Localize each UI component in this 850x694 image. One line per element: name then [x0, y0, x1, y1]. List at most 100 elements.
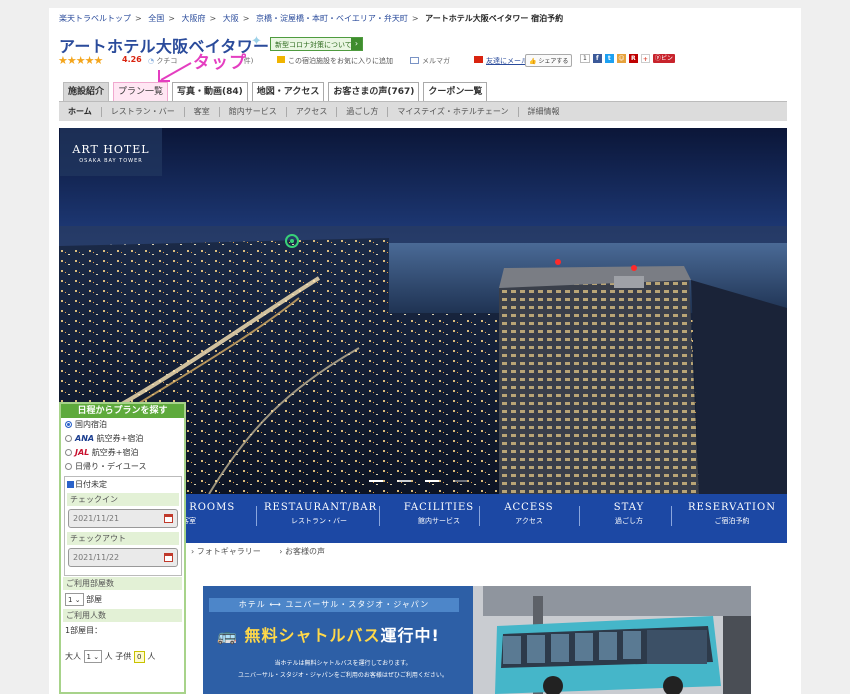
tab-plans[interactable]: プラン一覧	[113, 82, 169, 101]
date-box: 日付未定 チェックイン 2021/11/21 チェックアウト 2021/11/2…	[64, 476, 182, 576]
adult-label: 大人	[65, 652, 81, 661]
plan-search-title: 日程からプランを探す	[61, 404, 184, 418]
guests-row: 大人 1 ⌄ 人 子供 0 人	[61, 648, 184, 665]
share-label: シェアする	[538, 58, 569, 65]
shuttle-description-line1: 当ホテルは無料シャトルバスを運行しております。	[274, 660, 412, 667]
tab-coupons[interactable]: クーポン一覧	[423, 82, 488, 101]
nav-stay[interactable]: STAY 過ごし方	[589, 502, 669, 526]
sub-navigation: ホーム レストラン・バー 客室 館内サービス アクセス 過ごし方 マイステイズ・…	[59, 101, 787, 121]
photo-gallery-link[interactable]: › フォトギャラリー	[191, 547, 269, 556]
tell-friend-label: 友達にメール	[486, 57, 528, 65]
subnav-restaurant[interactable]: レストラン・バー	[102, 106, 185, 117]
breadcrumb-item[interactable]: 楽天トラベルトップ	[59, 14, 131, 23]
tab-map[interactable]: 地図・アクセス	[251, 82, 325, 101]
tab-photos[interactable]: 写真・動画(84)	[172, 82, 248, 101]
share-count: 1	[580, 54, 590, 63]
guests-label: ご利用人数	[63, 609, 182, 622]
subnav-rooms[interactable]: 客室	[185, 106, 220, 117]
nav-reservation[interactable]: RESERVATION ご宿泊予約	[679, 502, 785, 526]
radio-button[interactable]	[65, 435, 72, 442]
plus-icon[interactable]: +	[640, 54, 650, 63]
rakuten-icon[interactable]: R	[628, 54, 638, 63]
child-count-input[interactable]: 0	[133, 650, 145, 663]
shuttle-route: ホテル ⟷ ユニバーサル・スタジオ・ジャパン	[209, 598, 459, 612]
chevron-down-icon: ⌄	[74, 596, 81, 604]
hatena-icon[interactable]: ☺	[616, 54, 626, 63]
nav-stay-jp: 過ごし方	[615, 517, 643, 525]
radio-dayuse[interactable]: 日帰り・デイユース	[61, 460, 184, 474]
subnav-home[interactable]: ホーム	[59, 106, 102, 117]
breadcrumb-item[interactable]: 全国	[148, 14, 164, 23]
radio-button-selected[interactable]	[65, 421, 72, 428]
rooms-unit: 部屋	[86, 595, 103, 604]
nav-reservation-en: RESERVATION	[688, 502, 776, 513]
nav-divider	[256, 506, 257, 526]
checkin-date-input[interactable]: 2021/11/21	[68, 509, 178, 528]
chevron-right-icon: ›	[351, 38, 362, 50]
shuttle-headline-free: 無料シャトルバス	[244, 626, 381, 645]
radio-label: 航空券+宿泊	[96, 434, 144, 443]
rating-value: 4.26	[122, 55, 142, 64]
breadcrumb-item[interactable]: 大阪	[223, 14, 239, 23]
page: 楽天トラベルトップ > 全国 > 大阪府 > 大阪 > 京橋・淀屋橋・本町・ベイエリア・…	[49, 8, 801, 694]
share-button[interactable]: 👍 シェアする	[525, 54, 573, 67]
shuttle-bus-banner[interactable]: ホテル ⟷ ユニバーサル・スタジオ・ジャパン 🚌 無料シャトルバス運行中! 当ホ…	[203, 586, 751, 694]
radio-button[interactable]	[65, 449, 72, 456]
subnav-services[interactable]: 館内サービス	[220, 106, 287, 117]
subnav-access[interactable]: アクセス	[287, 106, 338, 117]
breadcrumb-sep: >	[135, 14, 142, 23]
facebook-icon[interactable]: f	[592, 54, 602, 63]
tap-annotation: タップ	[193, 53, 247, 73]
calendar-icon[interactable]	[164, 553, 173, 562]
add-favorite-label: この宿泊施設をお気に入りに追加	[288, 57, 393, 65]
checkout-date-value: 2021/11/22	[73, 553, 120, 562]
mailmag-link[interactable]: メルマガ	[410, 56, 450, 66]
radio-ana[interactable]: ANA 航空券+宿泊	[61, 432, 184, 446]
guest-voice-link[interactable]: › お客様の声	[279, 547, 333, 556]
calendar-icon[interactable]	[164, 514, 173, 523]
add-favorite-link[interactable]: この宿泊施設をお気に入りに追加	[277, 56, 393, 66]
nav-facilities-en: FACILITIES	[403, 502, 475, 513]
checkout-date-input[interactable]: 2021/11/22	[68, 548, 178, 567]
checkout-label: チェックアウト	[67, 532, 179, 545]
twitter-icon[interactable]: t	[604, 54, 614, 63]
nav-facilities[interactable]: FACILITIES 館内サービス	[384, 502, 494, 526]
rooms-select[interactable]: 1 ⌄	[65, 593, 84, 606]
nav-restaurant-en: RESTAURANT/BAR	[264, 502, 378, 513]
gallery-links: › フォトギャラリー › お客様の声	[191, 546, 341, 557]
subnav-stay[interactable]: 過ごし方	[337, 106, 389, 117]
plan-search-panel: 日程からプランを探す 国内宿泊 ANA 航空券+宿泊 JAL 航空券+宿泊 日帰…	[59, 402, 186, 694]
tell-friend-link[interactable]: 友達にメール	[474, 56, 528, 66]
tab-overview[interactable]: 施設紹介	[63, 82, 110, 101]
date-undecided-checkbox[interactable]: 日付未定	[65, 477, 181, 492]
nav-restaurant[interactable]: RESTAURANT/BAR レストラン・バー	[264, 502, 378, 526]
hotel-tabs: 施設紹介 プラン一覧 写真・動画(84) 地図・アクセス お客さまの声(767)…	[63, 82, 488, 101]
pinterest-button[interactable]: ⓟピン	[652, 54, 675, 63]
envelope-icon	[474, 56, 483, 63]
breadcrumb-item[interactable]: 京橋・淀屋橋・本町・ベイエリア・弁天町	[256, 14, 408, 23]
shuttle-headline-running: 運行中!	[380, 626, 440, 645]
rooms-select-value: 1	[68, 596, 73, 604]
hotel-logo-sub: OSAKA BAY TOWER	[79, 158, 143, 164]
child-unit: 人	[147, 652, 156, 661]
date-undecided-label: 日付未定	[75, 480, 107, 489]
covid-info-button[interactable]: 新型コロナ対策について ›	[270, 37, 363, 51]
adult-select-value: 1	[86, 653, 92, 661]
adult-select[interactable]: 1 ⌄	[83, 650, 103, 663]
subnav-chain[interactable]: マイステイズ・ホテルチェーン	[388, 106, 519, 117]
radio-domestic[interactable]: 国内宿泊	[61, 418, 184, 432]
breadcrumb-sep: >	[168, 14, 175, 23]
radio-button[interactable]	[65, 463, 72, 470]
breadcrumb-sep: >	[209, 14, 217, 23]
breadcrumb-item[interactable]: 大阪府	[182, 14, 206, 23]
radio-label: 国内宿泊	[75, 420, 107, 429]
radio-jal[interactable]: JAL 航空券+宿泊	[61, 446, 184, 460]
subnav-details[interactable]: 詳細情報	[519, 107, 569, 117]
radio-label: 日帰り・デイユース	[75, 462, 147, 471]
tab-reviews[interactable]: お客さまの声(767)	[328, 82, 420, 101]
rooms-label: ご利用部屋数	[63, 577, 182, 590]
checkbox-checked-icon	[67, 481, 74, 488]
nav-access[interactable]: ACCESS アクセス	[484, 502, 574, 526]
breadcrumb-current: アートホテル大阪ベイタワー 宿泊予約	[425, 14, 564, 23]
nav-access-en: ACCESS	[504, 502, 554, 513]
